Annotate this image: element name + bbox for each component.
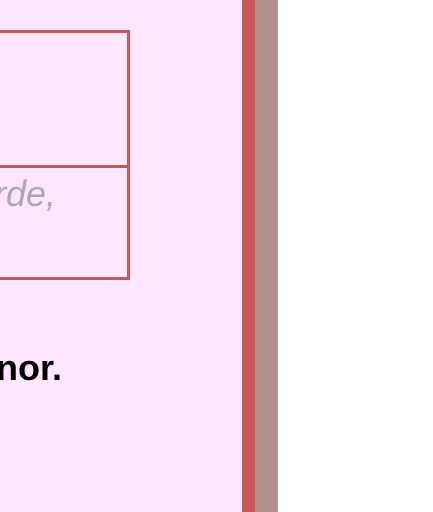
scrollbar-track[interactable] [255,0,278,512]
table-box [0,30,130,280]
table-row-text: rde, [0,173,57,214]
table-divider [0,165,127,168]
content-panel: rde, nor. [0,0,242,512]
accent-bar [242,0,255,512]
bottom-text: nor. [0,347,63,388]
